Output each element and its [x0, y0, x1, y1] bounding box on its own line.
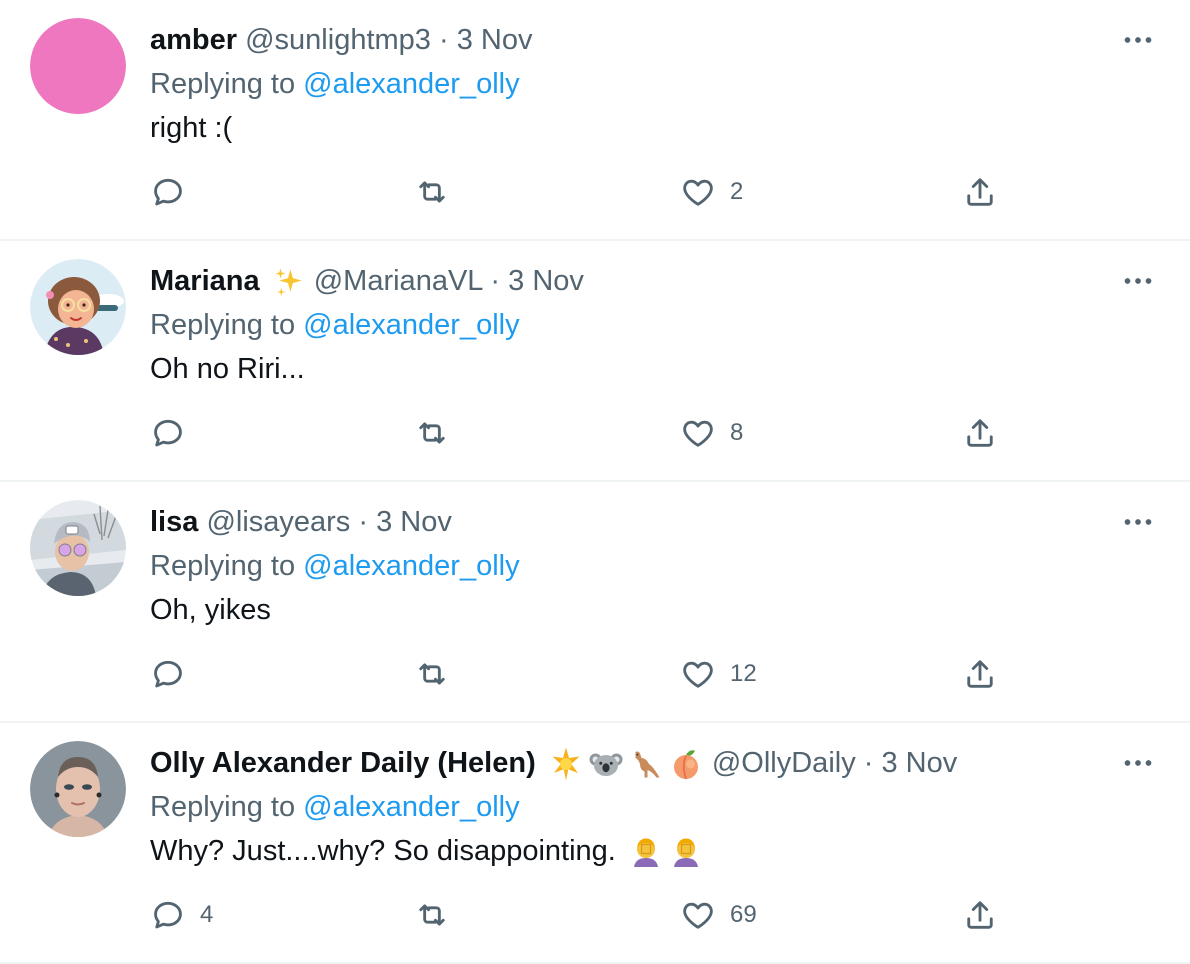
like-button[interactable]: 12 — [680, 652, 757, 696]
like-button[interactable]: 2 — [680, 170, 743, 214]
replying-to: Replying to @alexander_olly — [150, 546, 520, 586]
share-icon — [962, 656, 998, 692]
like-count: 8 — [730, 419, 744, 446]
separator: · — [490, 265, 501, 297]
replying-to: Replying to @alexander_olly — [150, 787, 520, 827]
heart-icon — [680, 415, 716, 451]
more-options-icon[interactable] — [1120, 504, 1156, 540]
user-handle[interactable]: @OllyDaily — [712, 747, 856, 779]
reply-count: 4 — [200, 901, 214, 928]
display-name[interactable]: Mariana — [150, 265, 260, 297]
user-handle[interactable]: @sunlightmp3 — [245, 24, 431, 56]
retweet-button[interactable] — [414, 170, 464, 214]
share-button[interactable] — [962, 652, 998, 696]
display-name[interactable]: amber — [150, 24, 237, 56]
kangaroo-icon — [635, 751, 660, 778]
timestamp[interactable]: 3 Nov — [508, 265, 584, 297]
user-handle[interactable]: @MarianaVL — [314, 265, 483, 297]
tweet-actions: 12 — [150, 652, 1050, 696]
retweet-icon — [414, 174, 450, 210]
retweet-icon — [414, 656, 450, 692]
display-name[interactable]: lisa — [150, 506, 198, 538]
tweet[interactable]: amber @sunlightmp3 · 3 Nov Replying to @… — [0, 0, 1190, 241]
replying-prefix: Replying to — [150, 791, 296, 823]
tweet-text: right :( — [150, 112, 233, 144]
replying-to: Replying to @alexander_olly — [150, 305, 520, 345]
reply-icon — [150, 656, 186, 692]
tweet-header: Olly Alexander Daily (Helen) @OllyDaily … — [150, 743, 1110, 783]
share-button[interactable] — [962, 170, 998, 214]
retweet-button[interactable] — [414, 652, 464, 696]
mention-link[interactable]: @alexander_olly — [303, 68, 519, 100]
mention-link[interactable]: @alexander_olly — [303, 550, 519, 582]
facepalm-icon — [673, 838, 698, 868]
share-button[interactable] — [962, 893, 998, 937]
like-button[interactable]: 69 — [680, 893, 757, 937]
avatar[interactable] — [30, 18, 126, 114]
mention-link[interactable]: @alexander_olly — [303, 309, 519, 341]
share-button[interactable] — [962, 411, 998, 455]
reply-icon — [150, 415, 186, 451]
heart-icon — [680, 897, 716, 933]
sparkles-icon — [275, 268, 302, 297]
replying-prefix: Replying to — [150, 550, 296, 582]
share-icon — [962, 415, 998, 451]
reply-button[interactable] — [150, 652, 200, 696]
timestamp[interactable]: 3 Nov — [882, 747, 958, 779]
like-count: 12 — [730, 660, 757, 687]
timestamp[interactable]: 3 Nov — [457, 24, 533, 56]
tweet-text: Oh, yikes — [150, 594, 271, 626]
tweet-actions: 4 69 — [150, 893, 1050, 937]
reply-button[interactable] — [150, 170, 200, 214]
tweet[interactable]: Olly Alexander Daily (Helen) @OllyDaily … — [0, 723, 1190, 964]
reply-button[interactable]: 4 — [150, 893, 213, 937]
replying-prefix: Replying to — [150, 68, 296, 100]
facepalm-icon — [633, 838, 658, 868]
tweet-actions: 8 — [150, 411, 1050, 455]
separator: · — [438, 24, 449, 56]
display-name[interactable]: Olly Alexander Daily (Helen) — [150, 747, 536, 779]
avatar[interactable] — [30, 500, 126, 596]
like-count: 2 — [730, 178, 744, 205]
share-icon — [962, 897, 998, 933]
retweet-icon — [414, 415, 450, 451]
timestamp[interactable]: 3 Nov — [376, 506, 452, 538]
retweet-button[interactable] — [414, 411, 464, 455]
retweet-icon — [414, 897, 450, 933]
tweet[interactable]: lisa @lisayears · 3 Nov Replying to @ale… — [0, 482, 1190, 723]
avatar[interactable] — [30, 259, 126, 355]
tweet-text-content: Why? Just....why? So disappointing. — [150, 835, 616, 867]
tweet-text: Why? Just....why? So disappointing. — [150, 831, 704, 871]
share-icon — [962, 174, 998, 210]
tweet[interactable]: Mariana @MarianaVL · 3 Nov Replying to @… — [0, 241, 1190, 482]
heart-icon — [680, 656, 716, 692]
more-options-icon[interactable] — [1120, 745, 1156, 781]
separator: · — [863, 747, 874, 779]
tweet-header: amber @sunlightmp3 · 3 Nov — [150, 20, 1110, 60]
tweet-header: lisa @lisayears · 3 Nov — [150, 502, 1110, 542]
tweet-actions: 2 — [150, 170, 1050, 214]
replying-prefix: Replying to — [150, 309, 296, 341]
reply-icon — [150, 174, 186, 210]
glowing-star-icon — [552, 747, 580, 781]
like-button[interactable]: 8 — [680, 411, 743, 455]
tweet-header: Mariana @MarianaVL · 3 Nov — [150, 261, 1110, 301]
more-options-icon[interactable] — [1120, 22, 1156, 58]
like-count: 69 — [730, 901, 757, 928]
retweet-button[interactable] — [414, 893, 464, 937]
separator: · — [358, 506, 369, 538]
mention-link[interactable]: @alexander_olly — [303, 791, 519, 823]
tweet-text: Oh no Riri... — [150, 353, 305, 385]
koala-icon — [589, 753, 623, 777]
replying-to: Replying to @alexander_olly — [150, 64, 520, 104]
user-handle[interactable]: @lisayears — [206, 506, 350, 538]
reply-icon — [150, 897, 186, 933]
avatar[interactable] — [30, 741, 126, 837]
more-options-icon[interactable] — [1120, 263, 1156, 299]
heart-icon — [680, 174, 716, 210]
peach-icon — [673, 750, 698, 780]
reply-button[interactable] — [150, 411, 200, 455]
